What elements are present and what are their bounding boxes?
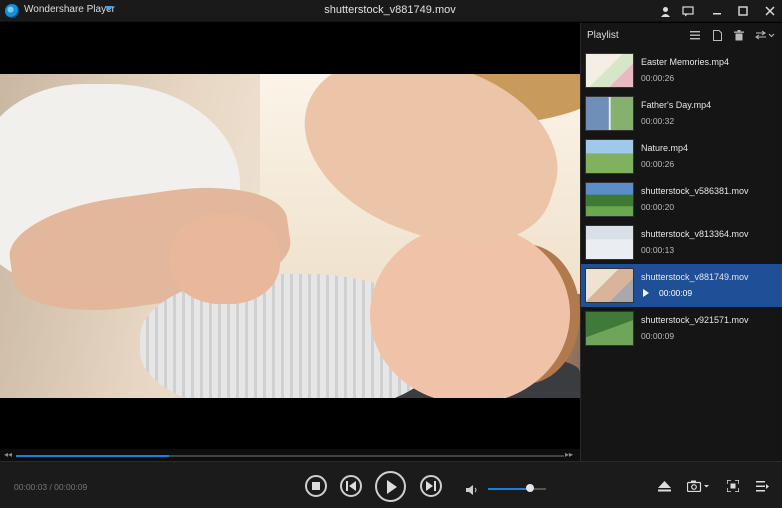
playlist-item-duration: 00:00:26 — [641, 73, 675, 83]
playlist-title: Playlist — [587, 30, 619, 41]
loop-mode-icon[interactable] — [755, 29, 775, 41]
playlist-thumbnail — [585, 268, 634, 303]
fullscreen-icon[interactable] — [723, 478, 743, 494]
video-viewport[interactable] — [0, 23, 580, 449]
minimize-icon[interactable] — [709, 3, 725, 19]
playlist-item-duration: 00:00:26 — [641, 159, 675, 169]
next-button[interactable] — [420, 475, 442, 497]
playlist-item-duration: 00:00:20 — [641, 202, 675, 212]
next-icon — [426, 481, 436, 491]
playlist-header: Playlist — [581, 23, 782, 47]
playlist-item-name: shutterstock_v813364.mov — [641, 229, 749, 239]
time-display: 00:00:03 / 00:00:09 — [14, 482, 88, 492]
feedback-icon[interactable] — [680, 3, 696, 19]
playlist-item-name: shutterstock_v586381.mov — [641, 186, 749, 196]
app-name: Wondershare Player — [24, 4, 115, 15]
eject-icon[interactable] — [654, 478, 674, 494]
playlist-item-duration: 00:00:13 — [641, 245, 675, 255]
playlist-list: Easter Memories.mp4 00:00:26 Father's Day.… — [581, 49, 782, 350]
close-icon[interactable] — [762, 3, 778, 19]
user-icon[interactable] — [657, 3, 673, 19]
previous-icon — [346, 481, 356, 491]
play-button[interactable] — [375, 471, 406, 502]
seek-back-icon[interactable]: ◂◂ — [4, 450, 12, 459]
playlist-item-name: Easter Memories.mp4 — [641, 57, 730, 67]
playlist-thumbnail — [585, 225, 634, 260]
now-playing-icon — [643, 289, 649, 297]
volume-knob[interactable] — [525, 484, 534, 492]
video-frame[interactable] — [0, 74, 580, 398]
progress-bar[interactable] — [16, 455, 564, 457]
playlist-item-duration: 00:00:32 — [641, 116, 675, 126]
playlist-item[interactable]: Easter Memories.mp4 00:00:26 — [581, 49, 782, 92]
screenshot-camera-icon[interactable] — [686, 478, 712, 494]
playlist-item-duration: 00:00:09 — [659, 288, 693, 298]
previous-button[interactable] — [340, 475, 362, 497]
trash-icon[interactable] — [733, 29, 745, 41]
playlist-item[interactable]: Father's Day.mp4 00:00:32 — [581, 92, 782, 135]
playlist-item[interactable]: Nature.mp4 00:00:26 — [581, 135, 782, 178]
playlist-toggle-icon[interactable] — [752, 478, 772, 494]
window-title: shutterstock_v881749.mov — [324, 4, 456, 16]
list-view-icon[interactable] — [689, 29, 701, 41]
playlist-item[interactable]: shutterstock_v586381.mov 00:00:20 — [581, 178, 782, 221]
volume-slider[interactable] — [488, 484, 546, 492]
playlist-thumbnail — [585, 53, 634, 88]
progress-fill — [16, 455, 170, 457]
volume-fill — [488, 488, 530, 490]
playlist-item-name: Nature.mp4 — [641, 143, 689, 153]
playlist-thumbnail — [585, 311, 634, 346]
playlist-item-duration: 00:00:09 — [641, 331, 675, 341]
play-icon — [386, 479, 397, 494]
playlist-panel: Playlist Easter Memories.mp4 00:00:26 Fath… — [580, 23, 782, 461]
volume-icon[interactable] — [466, 482, 478, 495]
control-bar: 00:00:03 / 00:00:09 — [0, 461, 782, 508]
playlist-item-name: shutterstock_v921571.mov — [641, 315, 749, 325]
playlist-item[interactable]: shutterstock_v813364.mov 00:00:13 — [581, 221, 782, 264]
file-icon[interactable] — [711, 29, 723, 41]
playlist-thumbnail — [585, 96, 634, 131]
stop-button[interactable] — [305, 475, 327, 497]
playlist-item[interactable]: shutterstock_v921571.mov 00:00:09 — [581, 307, 782, 350]
stop-icon — [312, 482, 320, 490]
seek-forward-icon[interactable]: ▸▸ — [565, 450, 573, 459]
playlist-item[interactable]: shutterstock_v881749.mov 00:00:09 — [581, 264, 782, 307]
title-bar: Wondershare Player shutterstock_v881749.… — [0, 0, 782, 22]
maximize-icon[interactable] — [735, 3, 751, 19]
progress-row: ◂◂ ▸▸ — [0, 449, 580, 461]
playlist-item-name: Father's Day.mp4 — [641, 100, 712, 110]
app-logo-icon — [5, 4, 19, 18]
playlist-item-name: shutterstock_v881749.mov — [641, 272, 749, 282]
app-menu-caret-icon[interactable] — [105, 6, 113, 11]
playlist-thumbnail — [585, 139, 634, 174]
playlist-thumbnail — [585, 182, 634, 217]
